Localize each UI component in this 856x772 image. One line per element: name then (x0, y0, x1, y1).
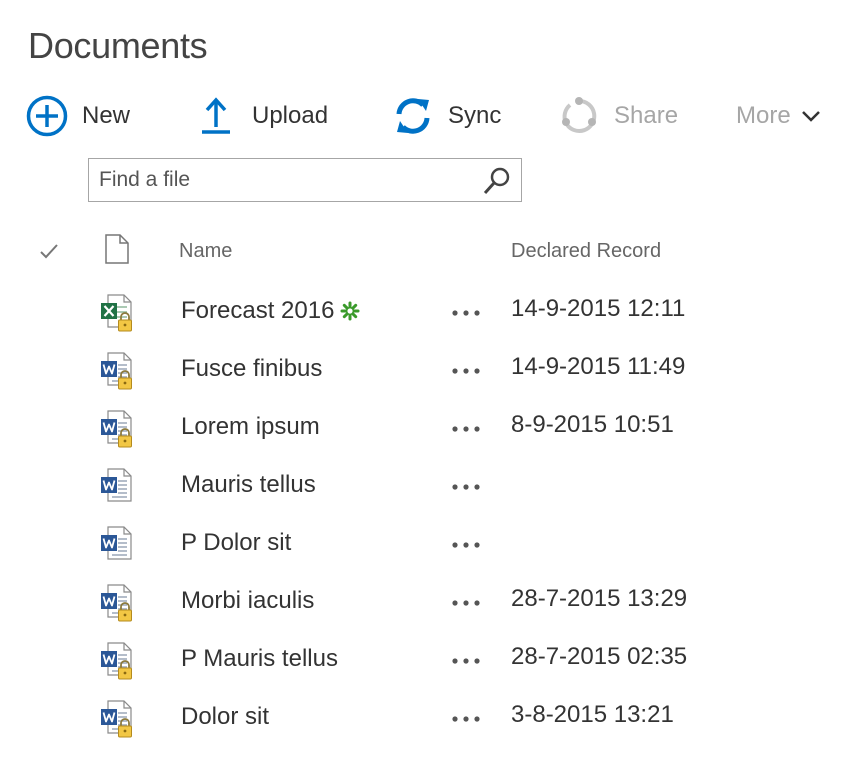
sync-icon (392, 95, 434, 137)
file-name-text: Forecast 2016 (181, 297, 335, 324)
new-button[interactable]: New (26, 92, 130, 140)
table-row[interactable]: Mauris tellus (0, 459, 856, 517)
declared-record-value: 14-9-2015 11:49 (511, 353, 686, 380)
table-row[interactable]: Dolor sit 3-8-2015 13:21 (0, 691, 856, 749)
table-row[interactable]: P Dolor sit (0, 517, 856, 575)
ellipsis-menu-icon[interactable] (449, 417, 483, 441)
file-name-text: P Mauris tellus (181, 645, 338, 672)
word-file-locked-icon (100, 409, 136, 449)
ellipsis-menu-icon[interactable] (449, 359, 483, 383)
word-file-locked-icon (100, 583, 136, 623)
sync-button[interactable]: Sync (392, 92, 501, 140)
share-button[interactable]: Share (558, 92, 678, 140)
file-name-text: Dolor sit (181, 703, 270, 730)
new-button-label: New (82, 102, 131, 129)
table-row[interactable]: Fusce finibus 14-9-2015 11:49 (0, 343, 856, 401)
search-input[interactable] (99, 163, 469, 197)
declared-record-value: 28-7-2015 13:29 (511, 585, 688, 612)
word-file-locked-icon (100, 351, 136, 391)
sync-button-label: Sync (448, 102, 502, 129)
file-name-link[interactable]: Forecast 2016 (181, 297, 360, 325)
page-title: Documents (28, 25, 208, 66)
file-name-text: P Dolor sit (181, 529, 292, 556)
ellipsis-menu-icon[interactable] (449, 475, 483, 499)
table-row[interactable]: Lorem ipsum 8-9-2015 10:51 (0, 401, 856, 459)
plus-circle-icon (26, 95, 68, 137)
upload-button-label: Upload (252, 102, 329, 129)
file-name-link[interactable]: Dolor sit (181, 703, 269, 731)
ellipsis-menu-icon[interactable] (449, 707, 483, 731)
file-name-text: Fusce finibus (181, 355, 323, 382)
file-name-link[interactable]: Mauris tellus (181, 471, 316, 499)
share-button-label: Share (614, 102, 679, 129)
table-row[interactable]: Morbi iaculis 28-7-2015 13:29 (0, 575, 856, 633)
word-file-locked-icon (100, 641, 136, 681)
new-item-icon (340, 301, 360, 321)
search-box (88, 158, 522, 202)
file-name-text: Morbi iaculis (181, 587, 315, 614)
share-icon (558, 95, 600, 137)
upload-button[interactable]: Upload (196, 92, 328, 140)
more-button-label: More (736, 102, 791, 129)
word-file-locked-icon (100, 699, 136, 739)
excel-file-locked-icon (100, 293, 136, 333)
command-bar: New Upload Sync Share More (26, 92, 846, 142)
word-file-icon (100, 525, 136, 565)
file-name-link[interactable]: Morbi iaculis (181, 587, 314, 615)
more-button[interactable]: More (736, 92, 821, 140)
select-all-checkmark-icon[interactable] (38, 240, 60, 267)
file-name-link[interactable]: Lorem ipsum (181, 413, 320, 441)
ellipsis-menu-icon[interactable] (449, 533, 483, 557)
column-header-declared-record[interactable]: Declared Record (511, 240, 661, 263)
file-type-column-icon[interactable] (104, 234, 130, 269)
file-name-text: Mauris tellus (181, 471, 316, 498)
file-name-text: Lorem ipsum (181, 413, 320, 440)
upload-arrow-icon (196, 95, 238, 137)
chevron-down-icon (801, 109, 821, 123)
list-header: Name Declared Record (0, 225, 856, 281)
file-name-link[interactable]: Fusce finibus (181, 355, 322, 383)
file-name-link[interactable]: P Dolor sit (181, 529, 291, 557)
column-header-name[interactable]: Name (179, 240, 232, 263)
word-file-icon (100, 467, 136, 507)
ellipsis-menu-icon[interactable] (449, 649, 483, 673)
declared-record-value: 28-7-2015 02:35 (511, 643, 688, 670)
declared-record-value: 8-9-2015 10:51 (511, 411, 674, 438)
search-icon[interactable] (481, 165, 513, 197)
file-name-link[interactable]: P Mauris tellus (181, 645, 338, 673)
declared-record-value: 14-9-2015 12:11 (511, 295, 686, 322)
table-row[interactable]: P Mauris tellus 28-7-2015 02:35 (0, 633, 856, 691)
ellipsis-menu-icon[interactable] (449, 591, 483, 615)
ellipsis-menu-icon[interactable] (449, 301, 483, 325)
declared-record-value: 3-8-2015 13:21 (511, 701, 674, 728)
table-row[interactable]: Forecast 2016 14-9-2015 12:11 (0, 285, 856, 343)
